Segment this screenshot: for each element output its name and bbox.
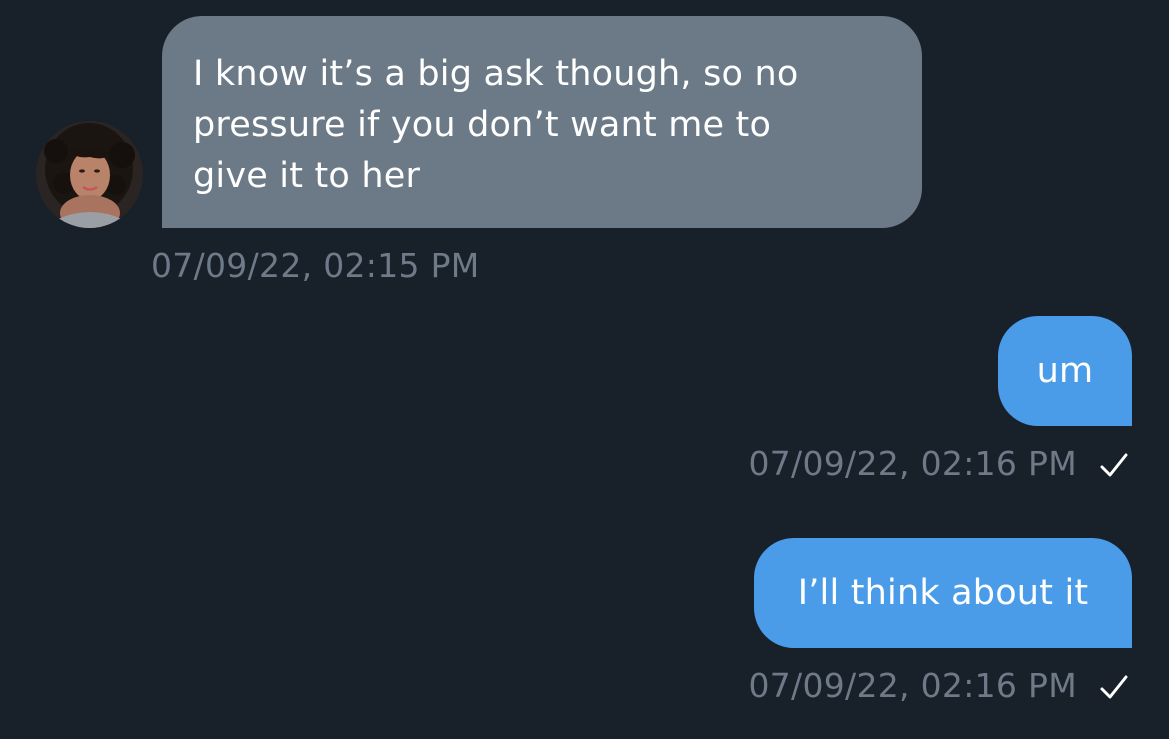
outgoing-message-bubble[interactable]: I’ll think about it (754, 538, 1132, 648)
message-text-line: give it to her (193, 156, 421, 196)
checkmark-icon (1100, 675, 1128, 699)
message-text-line: I know it’s a big ask though, so no (193, 54, 799, 94)
checkmark-icon (1100, 453, 1128, 477)
sender-avatar[interactable] (36, 121, 143, 228)
message-text: um (1036, 351, 1094, 391)
incoming-message-bubble[interactable]: I know it’s a big ask though, so no pres… (162, 16, 922, 228)
message-timestamp: 07/09/22, 02:16 PM (748, 444, 1077, 483)
outgoing-message-bubble[interactable]: um (998, 316, 1132, 426)
message-timestamp: 07/09/22, 02:15 PM (151, 246, 480, 285)
message-text: I’ll think about it (797, 573, 1089, 613)
message-text-line: pressure if you don’t want me to (193, 105, 772, 145)
avatar-photo (36, 121, 143, 228)
message-timestamp: 07/09/22, 02:16 PM (748, 666, 1077, 705)
